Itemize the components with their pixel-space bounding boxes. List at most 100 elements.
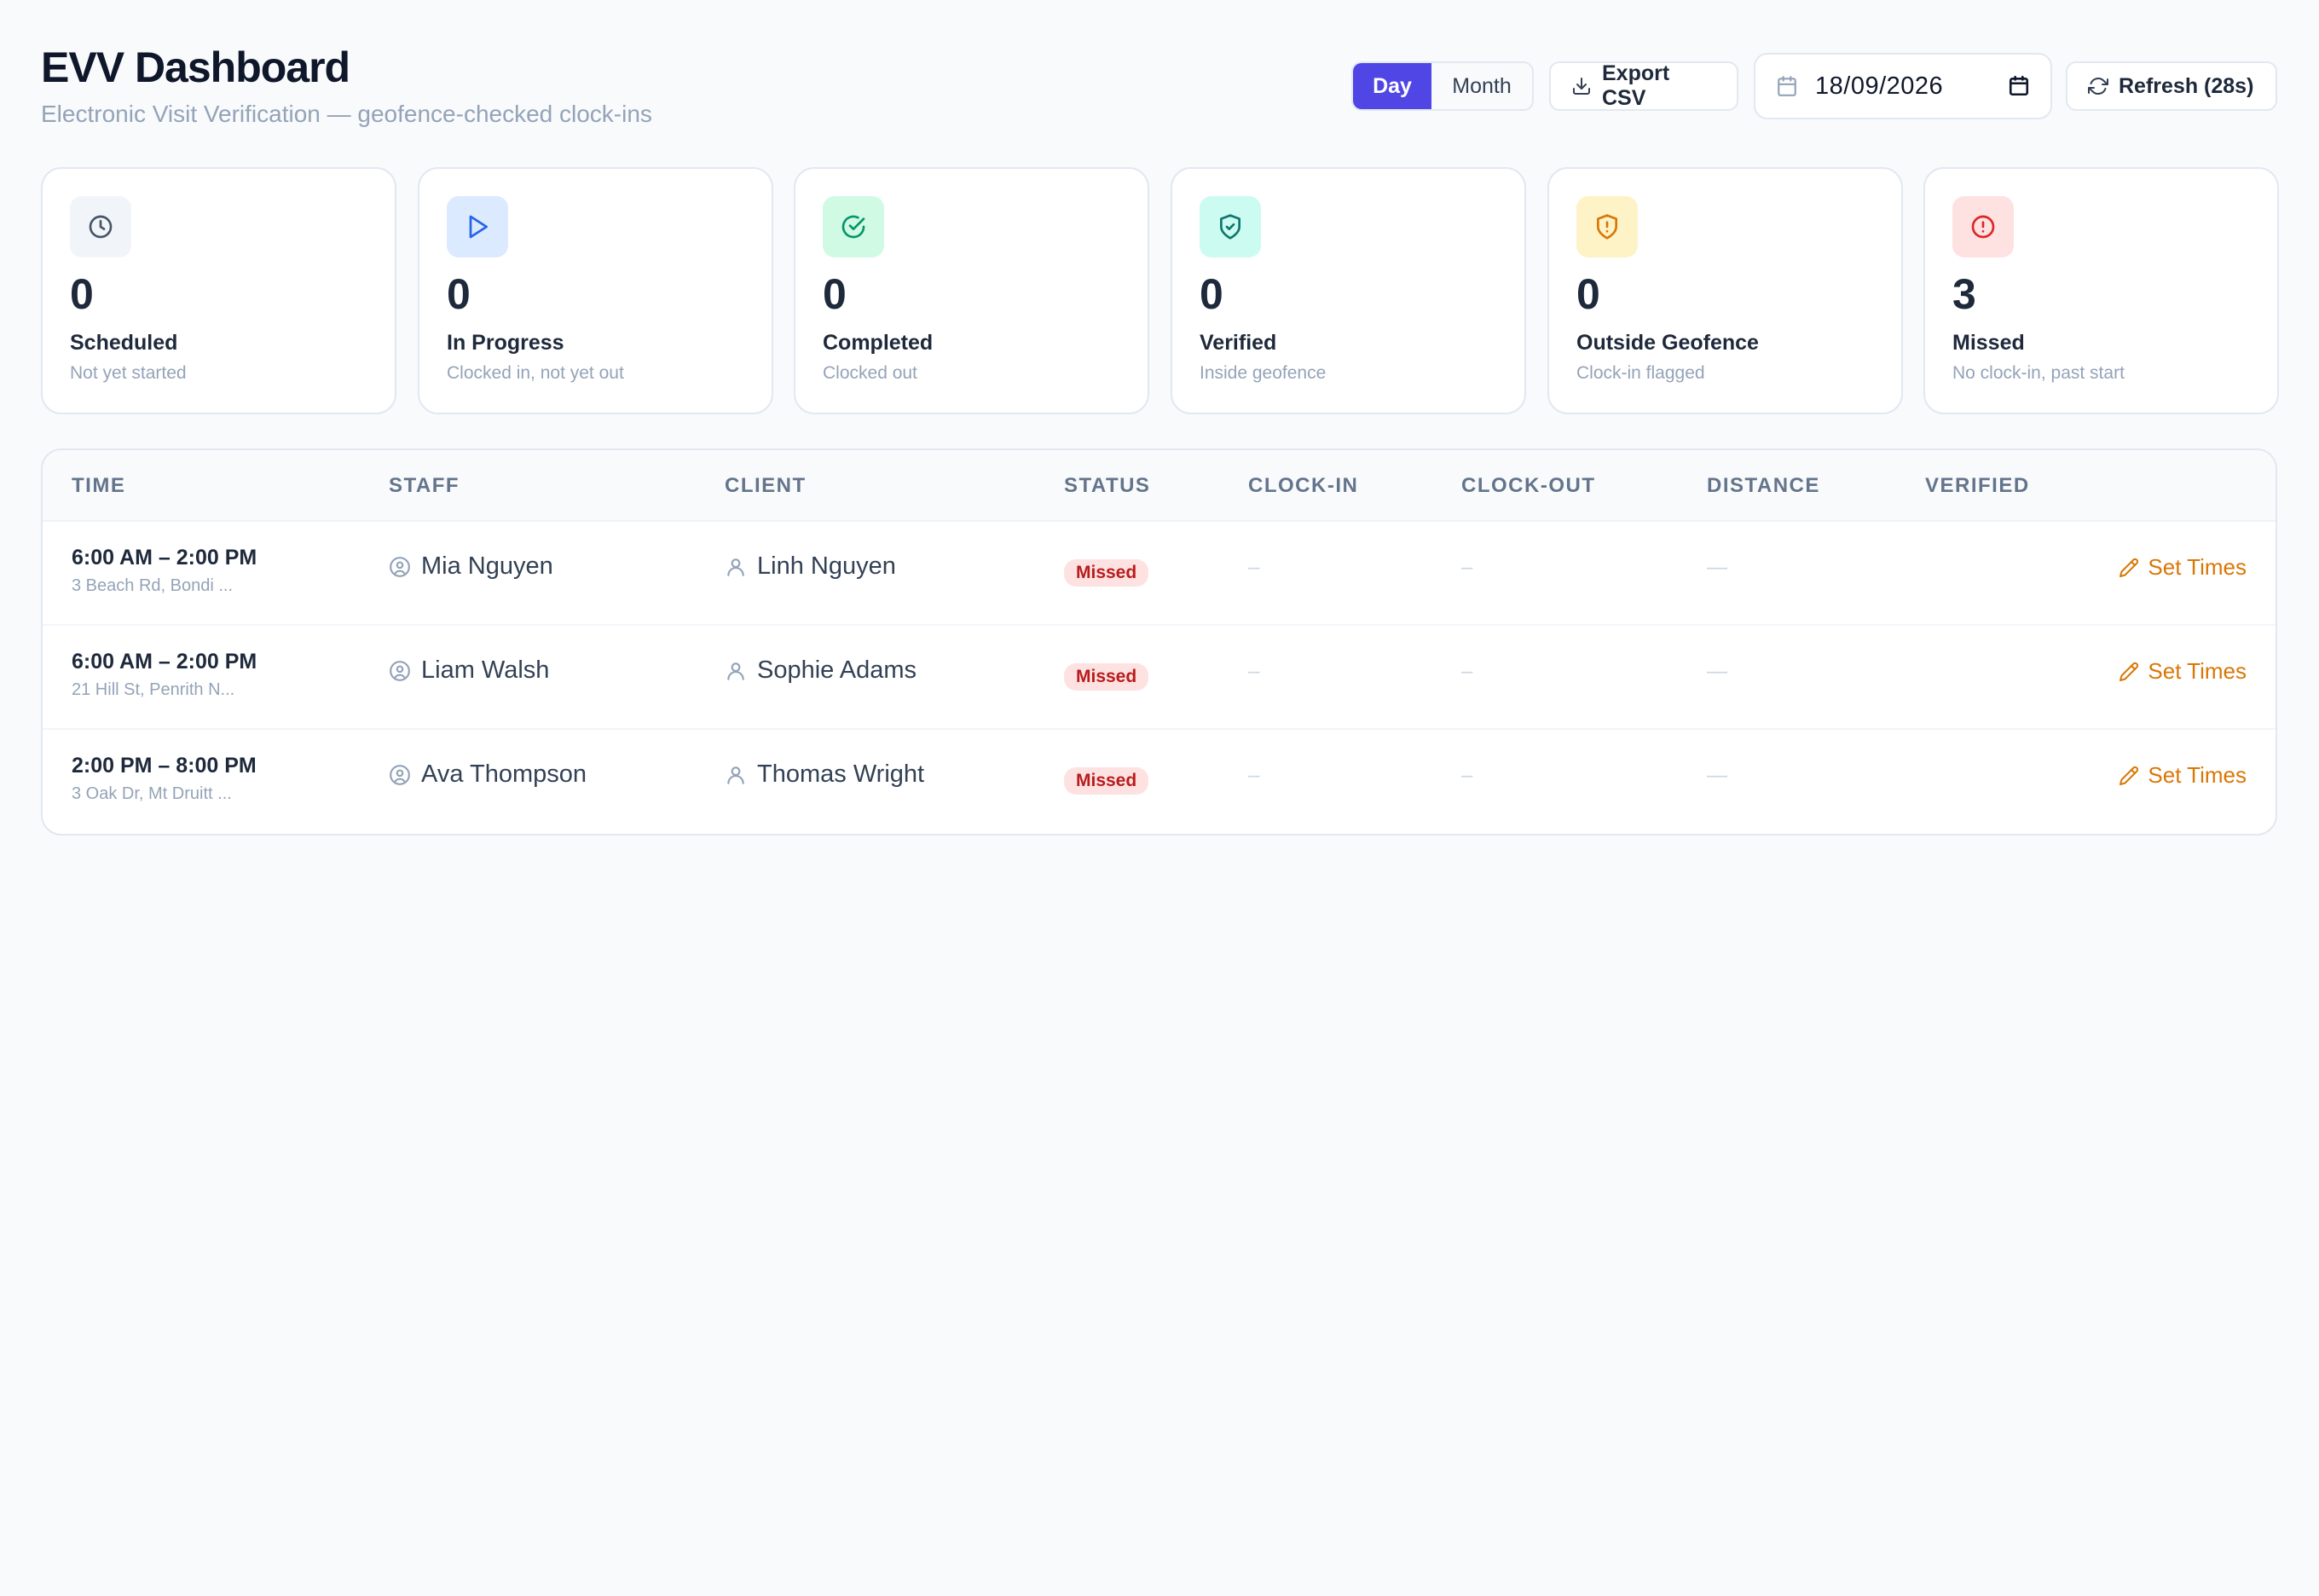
card-icon-box (1200, 196, 1261, 257)
staff-name: Mia Nguyen (421, 552, 553, 580)
card-label: Verified (1200, 331, 1277, 355)
card-label: Outside Geofence (1576, 331, 1759, 355)
clock-out-value: – (1461, 660, 1473, 683)
user-circle-icon (389, 764, 411, 786)
card-icon-box (70, 196, 131, 257)
distance-value: — (1707, 660, 1727, 683)
date-picker[interactable]: 18/09/2026 (1754, 53, 2052, 119)
card-icon-box (823, 196, 884, 257)
card-label: Missed (1952, 331, 2025, 355)
user-circle-icon (389, 556, 411, 578)
export-csv-label: Export CSV (1602, 61, 1670, 110)
set-times-button[interactable]: Set Times (2119, 762, 2247, 789)
card-label: Scheduled (70, 331, 178, 355)
page-subtitle: Electronic Visit Verification — geofence… (41, 101, 652, 127)
pencil-icon (2119, 766, 2139, 786)
card-subtext: Clocked in, not yet out (447, 363, 624, 383)
shield-alert-icon (1593, 213, 1621, 240)
pencil-icon (2119, 662, 2139, 682)
visit-address: 3 Beach Rd, Bondi ... (72, 576, 234, 595)
clock-in-value: – (1248, 764, 1260, 787)
set-times-label: Set Times (2148, 762, 2247, 788)
calendar-icon (1776, 75, 1798, 97)
card-subtext: No clock-in, past start (1952, 363, 2125, 383)
column-header-status[interactable]: STATUS (1064, 474, 1150, 498)
visit-time: 2:00 PM – 8:00 PM (72, 754, 257, 778)
card-subtext: Clock-in flagged (1576, 363, 1705, 383)
refresh-button[interactable]: Refresh (28s) (2066, 61, 2277, 111)
table-header: TIME STAFF CLIENT STATUS CLOCK-IN CLOCK-… (43, 450, 2276, 522)
clock-icon (87, 213, 114, 240)
visits-table: TIME STAFF CLIENT STATUS CLOCK-IN CLOCK-… (41, 448, 2277, 836)
card-icon-box (1952, 196, 2014, 257)
calendar-picker-icon[interactable] (2008, 75, 2030, 97)
status-badge: Missed (1064, 663, 1149, 691)
visit-time: 6:00 AM – 2:00 PM (72, 546, 257, 570)
column-header-time[interactable]: TIME (72, 474, 125, 498)
evv-dashboard: EVV Dashboard Electronic Visit Verificat… (41, 0, 2279, 836)
card-count: 0 (1200, 270, 1223, 318)
page-header: EVV Dashboard Electronic Visit Verificat… (41, 0, 2277, 167)
distance-value: — (1707, 556, 1727, 579)
card-label: Completed (823, 331, 934, 355)
visit-address: 3 Oak Dr, Mt Druitt ... (72, 784, 232, 803)
distance-value: — (1707, 764, 1727, 787)
pencil-icon (2119, 558, 2139, 578)
client-cell: Thomas Wright (725, 760, 924, 789)
refresh-icon (2088, 76, 2108, 96)
export-csv-button[interactable]: Export CSV (1549, 61, 1738, 111)
play-icon (464, 213, 491, 240)
card-count: 0 (823, 270, 847, 318)
column-header-verified[interactable]: VERIFIED (1925, 474, 2030, 498)
table-row[interactable]: 2:00 PM – 8:00 PM 3 Oak Dr, Mt Druitt ..… (43, 730, 2276, 834)
set-times-button[interactable]: Set Times (2119, 658, 2247, 685)
client-cell: Sophie Adams (725, 656, 917, 685)
card-subtext: Clocked out (823, 363, 917, 383)
column-header-distance[interactable]: DISTANCE (1707, 474, 1820, 498)
check-circle-icon (840, 213, 867, 240)
user-icon (725, 660, 747, 682)
table-row[interactable]: 6:00 AM – 2:00 PM 21 Hill St, Penrith N.… (43, 626, 2276, 730)
staff-cell: Ava Thompson (389, 760, 587, 789)
toolbar: Day Month Export CSV 18/09/2026 Refresh … (1351, 53, 2277, 121)
client-name: Thomas Wright (757, 760, 925, 788)
view-month-button[interactable]: Month (1431, 63, 1532, 109)
column-header-clock-in[interactable]: CLOCK-IN (1248, 474, 1358, 498)
card-outside-geofence: 0 Outside Geofence Clock-in flagged (1547, 167, 1903, 414)
status-badge: Missed (1064, 767, 1149, 795)
card-scheduled: 0 Scheduled Not yet started (41, 167, 396, 414)
client-name: Linh Nguyen (757, 552, 896, 580)
clock-in-value: – (1248, 556, 1260, 579)
staff-name: Liam Walsh (421, 656, 550, 684)
card-count: 0 (447, 270, 471, 318)
set-times-label: Set Times (2148, 658, 2247, 684)
download-icon (1571, 76, 1592, 96)
card-missed: 3 Missed No clock-in, past start (1923, 167, 2279, 414)
table-row[interactable]: 6:00 AM – 2:00 PM 3 Beach Rd, Bondi ... … (43, 522, 2276, 626)
stat-cards: 0 Scheduled Not yet started 0 In Progres… (41, 167, 2279, 414)
column-header-staff[interactable]: STAFF (389, 474, 460, 498)
column-header-clock-out[interactable]: CLOCK-OUT (1461, 474, 1595, 498)
card-completed: 0 Completed Clocked out (794, 167, 1149, 414)
card-count: 3 (1952, 270, 1976, 318)
staff-cell: Liam Walsh (389, 656, 549, 685)
set-times-button[interactable]: Set Times (2119, 554, 2247, 581)
date-input-value[interactable]: 18/09/2026 (1815, 72, 1991, 101)
view-toggle: Day Month (1351, 61, 1534, 111)
view-day-button[interactable]: Day (1353, 63, 1431, 109)
status-badge: Missed (1064, 559, 1149, 587)
card-subtext: Inside geofence (1200, 363, 1327, 383)
client-name: Sophie Adams (757, 656, 917, 684)
staff-cell: Mia Nguyen (389, 552, 553, 581)
user-icon (725, 764, 747, 786)
card-count: 0 (70, 270, 94, 318)
card-count: 0 (1576, 270, 1600, 318)
client-cell: Linh Nguyen (725, 552, 896, 581)
card-icon-box (447, 196, 508, 257)
visit-address: 21 Hill St, Penrith N... (72, 680, 235, 699)
clock-in-value: – (1248, 660, 1260, 683)
column-header-client[interactable]: CLIENT (725, 474, 807, 498)
card-label: In Progress (447, 331, 564, 355)
card-verified: 0 Verified Inside geofence (1171, 167, 1526, 414)
card-icon-box (1576, 196, 1638, 257)
